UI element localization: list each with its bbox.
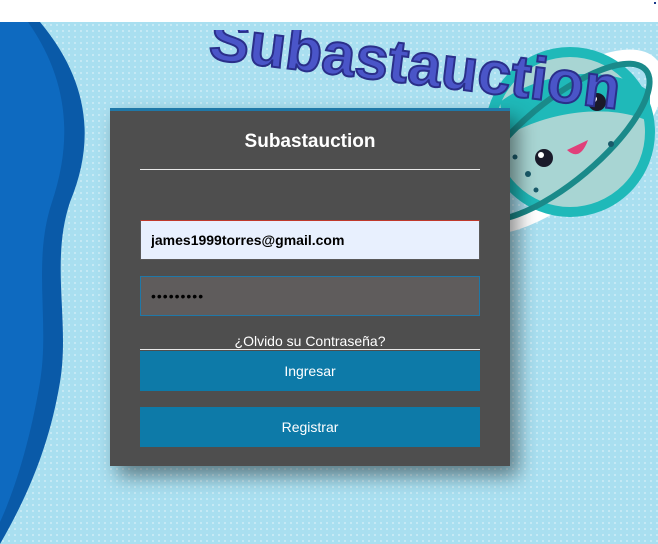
email-field[interactable] — [140, 220, 480, 260]
forgot-password-link[interactable]: ¿Olvido su Contraseña? — [110, 333, 510, 349]
password-field[interactable] — [140, 276, 480, 316]
login-panel: Subastauction ¿Olvido su Contraseña? Ing… — [110, 108, 510, 466]
corner-dot — [654, 2, 656, 4]
login-title: Subastauction — [244, 131, 376, 152]
login-button[interactable]: Ingresar — [140, 351, 480, 391]
forgot-divider — [140, 349, 480, 350]
register-button[interactable]: Registrar — [140, 407, 480, 447]
title-divider — [140, 169, 480, 170]
